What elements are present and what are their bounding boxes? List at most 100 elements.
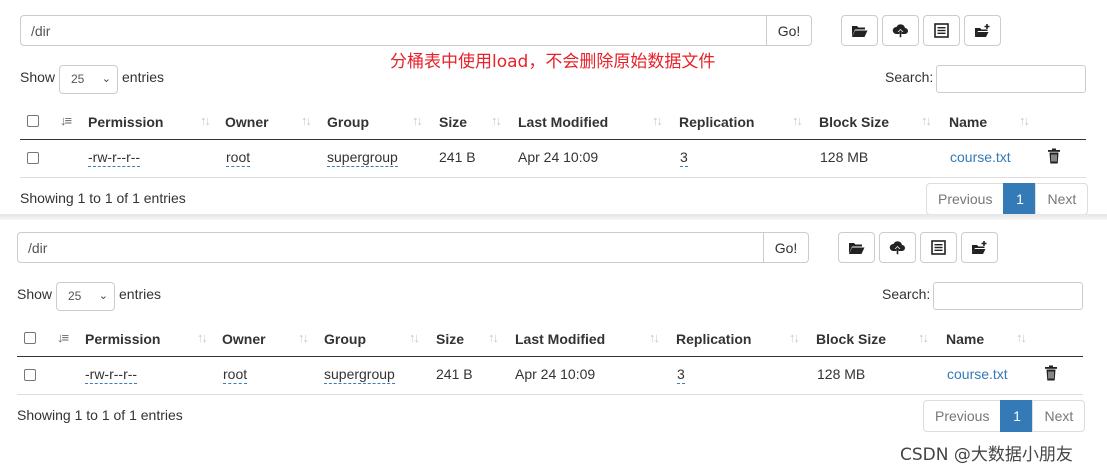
column-last-modified[interactable]: Last Modified	[515, 331, 605, 347]
permission-cell[interactable]: -rw-r--r--	[88, 149, 141, 167]
sort-icon[interactable]: ↑↓	[918, 330, 929, 345]
sort-icon[interactable]: ↑↓	[298, 330, 309, 345]
column-permission[interactable]: Permission	[85, 331, 160, 347]
sort-icon[interactable]: ↑↓	[491, 113, 502, 128]
search-input[interactable]	[936, 65, 1086, 93]
sort-icon[interactable]: ↑↓	[1016, 330, 1027, 345]
column-size[interactable]: Size	[436, 331, 464, 347]
column-block-size[interactable]: Block Size	[816, 331, 886, 347]
toolbar	[838, 232, 998, 263]
upload-button[interactable]	[879, 232, 916, 263]
page-length-select[interactable]: 25 ⌄	[59, 65, 118, 94]
column-permission[interactable]: Permission	[88, 114, 163, 130]
cloud-upload-icon	[889, 241, 905, 255]
current-page-button[interactable]: 1	[1003, 183, 1037, 215]
open-folder-button[interactable]	[841, 15, 878, 46]
sort-icon[interactable]: ↑↓	[301, 113, 312, 128]
path-input[interactable]	[20, 15, 766, 46]
chevron-down-icon: ⌄	[98, 290, 108, 302]
permission-cell[interactable]: -rw-r--r--	[85, 366, 138, 384]
trash-icon[interactable]	[1044, 365, 1058, 381]
folder-open-icon	[849, 243, 865, 254]
select-all-checkbox[interactable]	[24, 332, 36, 344]
cloud-upload-icon	[892, 24, 908, 38]
trash-icon[interactable]	[1047, 148, 1061, 164]
search-input[interactable]	[933, 282, 1083, 310]
search-label: Search:	[885, 69, 934, 85]
sort-icon[interactable]: ↑↓	[197, 330, 208, 345]
show-label: Show	[17, 286, 53, 302]
sort-icon[interactable]: ↑↓	[200, 113, 211, 128]
table-info: Showing 1 to 1 of 1 entries	[17, 407, 183, 423]
list-view-button[interactable]	[920, 232, 957, 263]
column-name[interactable]: Name	[946, 331, 984, 347]
page-length-select[interactable]: 25 ⌄	[56, 282, 115, 311]
group-cell[interactable]: supergroup	[324, 366, 395, 384]
file-name-link[interactable]: course.txt	[950, 149, 1011, 165]
sort-icon[interactable]: ↑↓	[412, 113, 423, 128]
hdfs-browser-panel-before: Go! Show 25 ⌄ entries Search: ↓≡ Permiss…	[0, 0, 1107, 220]
column-last-modified[interactable]: Last Modified	[518, 114, 608, 130]
sort-icon[interactable]: ↑↓	[649, 330, 660, 345]
column-owner[interactable]: Owner	[225, 114, 269, 130]
next-page-button[interactable]: Next	[1035, 183, 1089, 215]
sort-icon[interactable]: ↑↓	[652, 113, 663, 128]
column-owner[interactable]: Owner	[222, 331, 266, 347]
group-cell[interactable]: supergroup	[327, 149, 398, 167]
sort-icon[interactable]: ↑↓	[792, 113, 803, 128]
go-button[interactable]: Go!	[766, 15, 812, 46]
column-group[interactable]: Group	[327, 114, 369, 130]
column-group[interactable]: Group	[324, 331, 366, 347]
previous-page-button[interactable]: Previous	[923, 400, 1002, 432]
size-cell: 241 B	[439, 149, 476, 165]
list-view-button[interactable]	[923, 15, 960, 46]
show-label: Show	[20, 69, 56, 85]
path-input-group: Go!	[20, 15, 812, 46]
pagination: Previous 1 Next	[926, 183, 1089, 215]
sort-icon[interactable]: ↑↓	[488, 330, 499, 345]
search-label: Search:	[882, 286, 931, 302]
toolbar	[841, 15, 1001, 46]
table-row: -rw-r--r-- root supergroup 241 B Apr 24 …	[17, 358, 1083, 395]
row-checkbox[interactable]	[27, 152, 39, 164]
last-modified-cell: Apr 24 10:09	[515, 366, 596, 382]
owner-cell[interactable]: root	[223, 366, 248, 384]
row-checkbox[interactable]	[24, 369, 36, 381]
last-modified-cell: Apr 24 10:09	[518, 149, 599, 165]
go-button[interactable]: Go!	[763, 232, 809, 263]
replication-cell[interactable]: 3	[680, 149, 688, 167]
next-page-button[interactable]: Next	[1032, 400, 1086, 432]
folder-plus-icon	[972, 241, 987, 254]
path-input[interactable]	[17, 232, 763, 263]
open-folder-button[interactable]	[838, 232, 875, 263]
select-all-checkbox[interactable]	[27, 115, 39, 127]
sort-icon[interactable]: ↑↓	[921, 113, 932, 128]
owner-cell[interactable]: root	[226, 149, 251, 167]
list-alt-icon	[934, 23, 949, 38]
column-size[interactable]: Size	[439, 114, 467, 130]
upload-button[interactable]	[882, 15, 919, 46]
previous-page-button[interactable]: Previous	[926, 183, 1005, 215]
folder-plus-icon	[975, 24, 990, 37]
sort-descending-icon[interactable]: ↓≡	[57, 330, 69, 345]
replication-cell[interactable]: 3	[677, 366, 685, 384]
sort-descending-icon[interactable]: ↓≡	[60, 113, 72, 128]
sort-icon[interactable]: ↑↓	[409, 330, 420, 345]
annotation-note: 分桶表中使用load，不会删除原始数据文件	[390, 52, 716, 72]
sort-icon[interactable]: ↑↓	[1019, 113, 1030, 128]
table-header: ↓≡ Permission ↑↓ Owner ↑↓ Group ↑↓ Size …	[20, 103, 1086, 140]
entries-label: entries	[122, 69, 165, 85]
new-folder-button[interactable]	[964, 15, 1001, 46]
column-block-size[interactable]: Block Size	[819, 114, 889, 130]
entries-label: entries	[119, 286, 162, 302]
page-length-value: 25	[68, 289, 82, 303]
column-name[interactable]: Name	[949, 114, 987, 130]
watermark: CSDN @大数据小朋友	[900, 445, 1073, 465]
column-replication[interactable]: Replication	[676, 331, 751, 347]
sort-icon[interactable]: ↑↓	[789, 330, 800, 345]
new-folder-button[interactable]	[961, 232, 998, 263]
column-replication[interactable]: Replication	[679, 114, 754, 130]
file-name-link[interactable]: course.txt	[947, 366, 1008, 382]
pagination: Previous 1 Next	[923, 400, 1086, 432]
current-page-button[interactable]: 1	[1000, 400, 1034, 432]
